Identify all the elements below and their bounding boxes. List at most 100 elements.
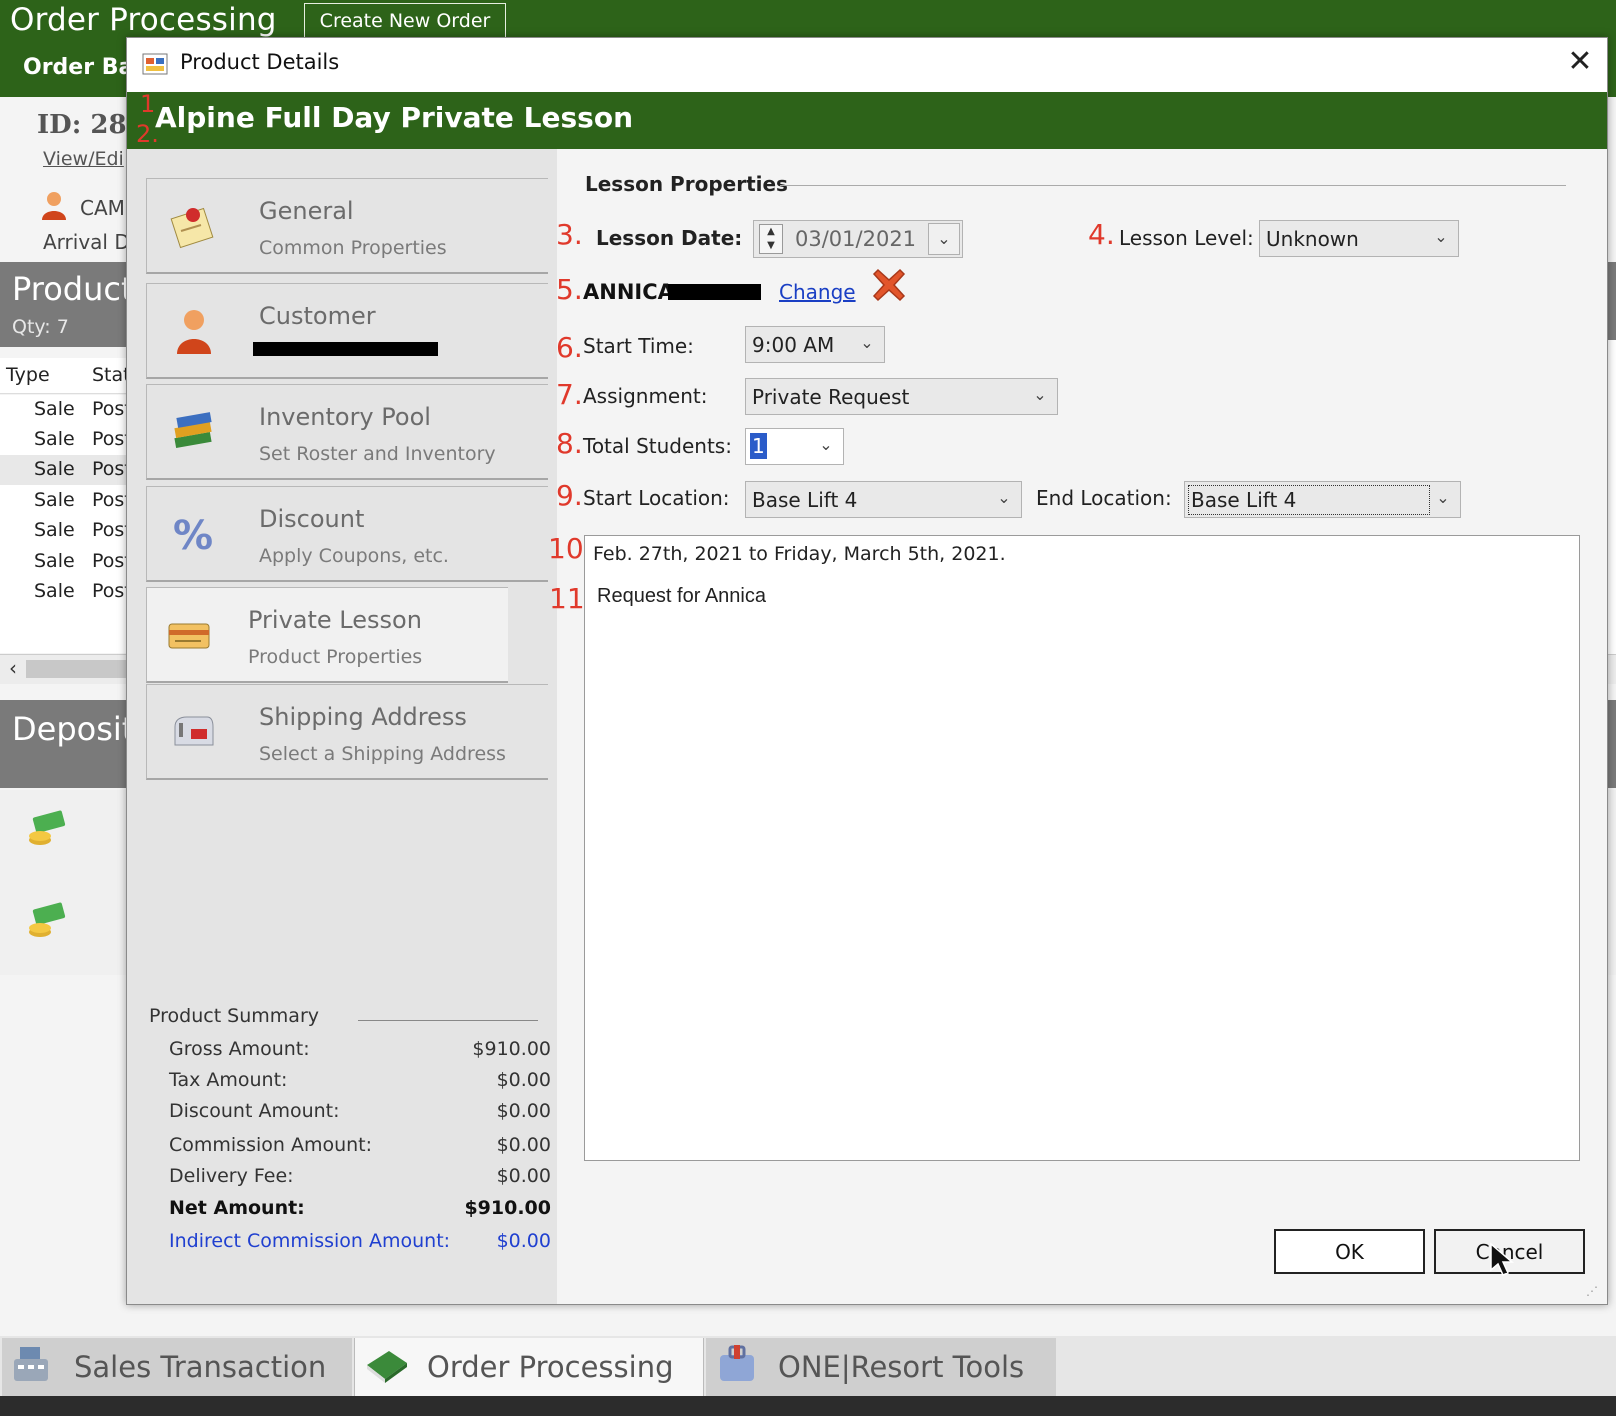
chevron-down-icon: ⌄ bbox=[819, 435, 833, 454]
product-name: Alpine Full Day Private Lesson bbox=[155, 101, 633, 134]
percent-icon: % bbox=[169, 509, 219, 563]
money-icon[interactable] bbox=[26, 902, 70, 946]
ok-button[interactable]: OK bbox=[1274, 1229, 1425, 1274]
nav-inventory-title: Inventory Pool bbox=[259, 403, 431, 431]
end-location-label: End Location: bbox=[1036, 486, 1172, 510]
nav-general[interactable]: General Common Properties bbox=[146, 178, 548, 274]
chevron-down-icon: ⌄ bbox=[1434, 227, 1448, 246]
column-status[interactable]: Stat bbox=[92, 364, 131, 386]
cash-register-icon bbox=[10, 1341, 56, 1394]
scroll-left-icon[interactable]: ‹ bbox=[2, 656, 24, 682]
arrival-label: Arrival D bbox=[43, 230, 130, 254]
change-customer-link[interactable]: Change bbox=[779, 280, 856, 304]
nav-inventory-sub: Set Roster and Inventory bbox=[259, 443, 496, 465]
nav-customer-title: Customer bbox=[259, 302, 376, 330]
order-id: ID: 28 bbox=[37, 110, 127, 140]
lesson-level-label: Lesson Level: bbox=[1119, 226, 1254, 250]
customer-name-short: CAM bbox=[80, 196, 125, 220]
resize-grip-icon[interactable]: ⋰ bbox=[1586, 1284, 1598, 1298]
nav-discount-title: Discount bbox=[259, 505, 365, 533]
notes-textarea[interactable] bbox=[584, 535, 1580, 1161]
dialog-title: Product Details bbox=[180, 50, 340, 74]
table-row[interactable]: Sale Post bbox=[0, 577, 132, 607]
dialog-titlebar[interactable] bbox=[127, 38, 1607, 92]
start-location-label: Start Location: bbox=[583, 486, 730, 510]
nav-lesson-sub: Product Properties bbox=[248, 646, 423, 668]
total-students-label: Total Students: bbox=[583, 434, 732, 458]
toolbox-icon bbox=[714, 1341, 760, 1394]
notes-date-range: Feb. 27th, 2021 to Friday, March 5th, 20… bbox=[593, 543, 1006, 565]
redacted-customer-surname bbox=[668, 284, 761, 300]
mailbox-icon bbox=[169, 707, 219, 761]
nav-inventory-pool[interactable]: Inventory Pool Set Roster and Inventory bbox=[146, 384, 548, 480]
table-row[interactable]: Sale Post bbox=[0, 455, 132, 485]
annotation-marker: 5. bbox=[556, 273, 583, 306]
products-title: Product bbox=[12, 270, 134, 308]
start-location-select[interactable]: Base Lift 4 ⌄ bbox=[745, 481, 1022, 518]
nav-lesson-title: Private Lesson bbox=[248, 606, 422, 634]
chevron-down-icon: ⌄ bbox=[997, 488, 1011, 507]
nav-shipping-address[interactable]: Shipping Address Select a Shipping Addre… bbox=[146, 684, 548, 780]
table-row[interactable]: Sale Post bbox=[0, 486, 132, 516]
tab-sales-transaction[interactable]: Sales Transaction bbox=[2, 1338, 352, 1396]
summary-title: Product Summary bbox=[149, 1005, 319, 1027]
tab-order-processing[interactable]: Order Processing bbox=[354, 1338, 704, 1396]
end-location-select[interactable]: Base Lift 4 ⌄ bbox=[1184, 481, 1461, 518]
assignment-select[interactable]: Private Request ⌄ bbox=[745, 378, 1058, 415]
nav-customer[interactable]: Customer bbox=[146, 283, 548, 379]
lesson-level-select[interactable]: Unknown ⌄ bbox=[1259, 220, 1459, 257]
annotation-marker: 8. bbox=[556, 427, 583, 460]
start-time-select[interactable]: 9:00 AM ⌄ bbox=[745, 326, 885, 363]
nav-general-sub: Common Properties bbox=[259, 237, 447, 259]
deposits-title: Deposit bbox=[12, 710, 135, 748]
mouse-cursor-icon bbox=[1489, 1242, 1515, 1282]
status-strip bbox=[0, 1396, 1616, 1416]
window-app-icon bbox=[142, 52, 168, 80]
close-icon[interactable]: ✕ bbox=[1562, 44, 1598, 80]
view-edit-link[interactable]: View/Edi bbox=[43, 148, 124, 170]
ticket-icon bbox=[165, 610, 215, 664]
lesson-date-label: Lesson Date: bbox=[596, 226, 743, 250]
annotation-marker: 4. bbox=[1088, 218, 1115, 251]
annotation-marker: 2. bbox=[136, 120, 159, 148]
date-spinner-icon[interactable]: ▲ ▼ bbox=[759, 224, 783, 254]
notes-request: Request for Annica bbox=[597, 585, 766, 607]
lesson-properties-title: Lesson Properties bbox=[585, 172, 788, 196]
remove-x-icon[interactable] bbox=[870, 266, 908, 308]
nav-shipping-title: Shipping Address bbox=[259, 703, 467, 731]
tab-order-label: Order Processing bbox=[427, 1350, 674, 1384]
tab-resort-tools[interactable]: ONE|Resort Tools bbox=[706, 1338, 1056, 1396]
table-row[interactable]: Sale Post bbox=[0, 425, 132, 455]
person-icon bbox=[40, 190, 68, 224]
table-row[interactable]: Sale Post bbox=[0, 547, 132, 577]
nav-discount[interactable]: % Discount Apply Coupons, etc. bbox=[146, 486, 548, 582]
assignment-label: Assignment: bbox=[583, 384, 708, 408]
annotation-marker: 6. bbox=[556, 331, 583, 364]
tab-sales-label: Sales Transaction bbox=[74, 1350, 327, 1384]
scrollbar-thumb[interactable] bbox=[26, 660, 126, 678]
lesson-customer-name: ANNICA bbox=[583, 280, 674, 304]
summary-divider bbox=[358, 1020, 538, 1021]
create-new-order-button[interactable]: Create New Order bbox=[304, 3, 506, 39]
column-type[interactable]: Type bbox=[6, 364, 50, 386]
chevron-down-icon: ⌄ bbox=[1436, 488, 1450, 507]
books-icon bbox=[169, 407, 219, 461]
green-book-icon bbox=[363, 1341, 409, 1394]
start-time-label: Start Time: bbox=[583, 334, 694, 358]
tab-resort-label: ONE|Resort Tools bbox=[778, 1350, 1025, 1384]
annotation-marker: 3. bbox=[556, 218, 583, 251]
money-icon[interactable] bbox=[26, 810, 70, 854]
lesson-date-value[interactable]: 03/01/2021 bbox=[795, 227, 916, 251]
nav-private-lesson[interactable]: Private Lesson Product Properties bbox=[146, 587, 508, 683]
chevron-down-icon: ⌄ bbox=[860, 333, 874, 352]
app-title: Order Processing bbox=[10, 2, 277, 38]
customer-icon bbox=[169, 306, 219, 360]
total-students-select[interactable]: 1 ⌄ bbox=[745, 428, 844, 465]
table-row[interactable]: Sale Post bbox=[0, 395, 132, 425]
chevron-down-icon[interactable]: ⌄ bbox=[928, 223, 960, 255]
annotation-marker: 9. bbox=[556, 479, 583, 512]
table-row[interactable]: Sale Post bbox=[0, 516, 132, 546]
order-batch-label: Order Ba bbox=[23, 55, 134, 80]
lesson-properties-divider bbox=[780, 185, 1566, 186]
annotation-marker: 1 bbox=[140, 90, 156, 118]
